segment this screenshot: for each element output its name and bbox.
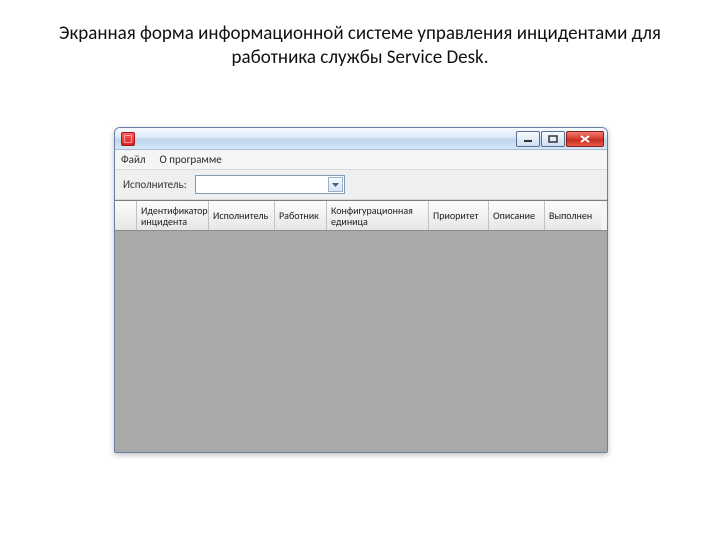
filter-label: Исполнитель: xyxy=(123,178,187,191)
maximize-button[interactable] xyxy=(541,131,565,147)
close-icon xyxy=(579,134,591,144)
minimize-button[interactable] xyxy=(516,131,540,147)
menu-about[interactable]: О программе xyxy=(160,153,222,166)
executor-combobox[interactable] xyxy=(195,175,345,194)
close-button[interactable] xyxy=(566,131,604,147)
grid-body[interactable] xyxy=(115,231,607,452)
col-worker[interactable]: Работник xyxy=(275,201,327,230)
menubar: Файл О программе xyxy=(115,150,607,170)
filter-bar: Исполнитель: xyxy=(115,170,607,200)
grid-header-row: Идентификатор инцидента Исполнитель Рабо… xyxy=(115,201,607,231)
col-incident-id[interactable]: Идентификатор инцидента xyxy=(137,201,209,230)
minimize-icon xyxy=(523,135,533,143)
app-icon xyxy=(121,132,135,146)
col-configuration-item[interactable]: Конфигурационная единица xyxy=(327,201,429,230)
window-buttons xyxy=(516,131,604,147)
chevron-down-icon xyxy=(328,177,343,192)
row-header-corner xyxy=(115,201,137,230)
col-executor[interactable]: Исполнитель xyxy=(209,201,275,230)
titlebar[interactable] xyxy=(115,128,607,150)
slide-title: Экранная форма информационной системе уп… xyxy=(0,22,720,70)
menu-file[interactable]: Файл xyxy=(121,153,146,166)
maximize-icon xyxy=(548,135,558,143)
col-done[interactable]: Выполнен xyxy=(545,201,601,230)
app-window: Файл О программе Исполнитель: Идентифика… xyxy=(114,127,608,453)
col-description[interactable]: Описание xyxy=(489,201,545,230)
slide: Экранная форма информационной системе уп… xyxy=(0,0,720,540)
data-grid[interactable]: Идентификатор инцидента Исполнитель Рабо… xyxy=(115,200,607,452)
col-priority[interactable]: Приоритет xyxy=(429,201,489,230)
